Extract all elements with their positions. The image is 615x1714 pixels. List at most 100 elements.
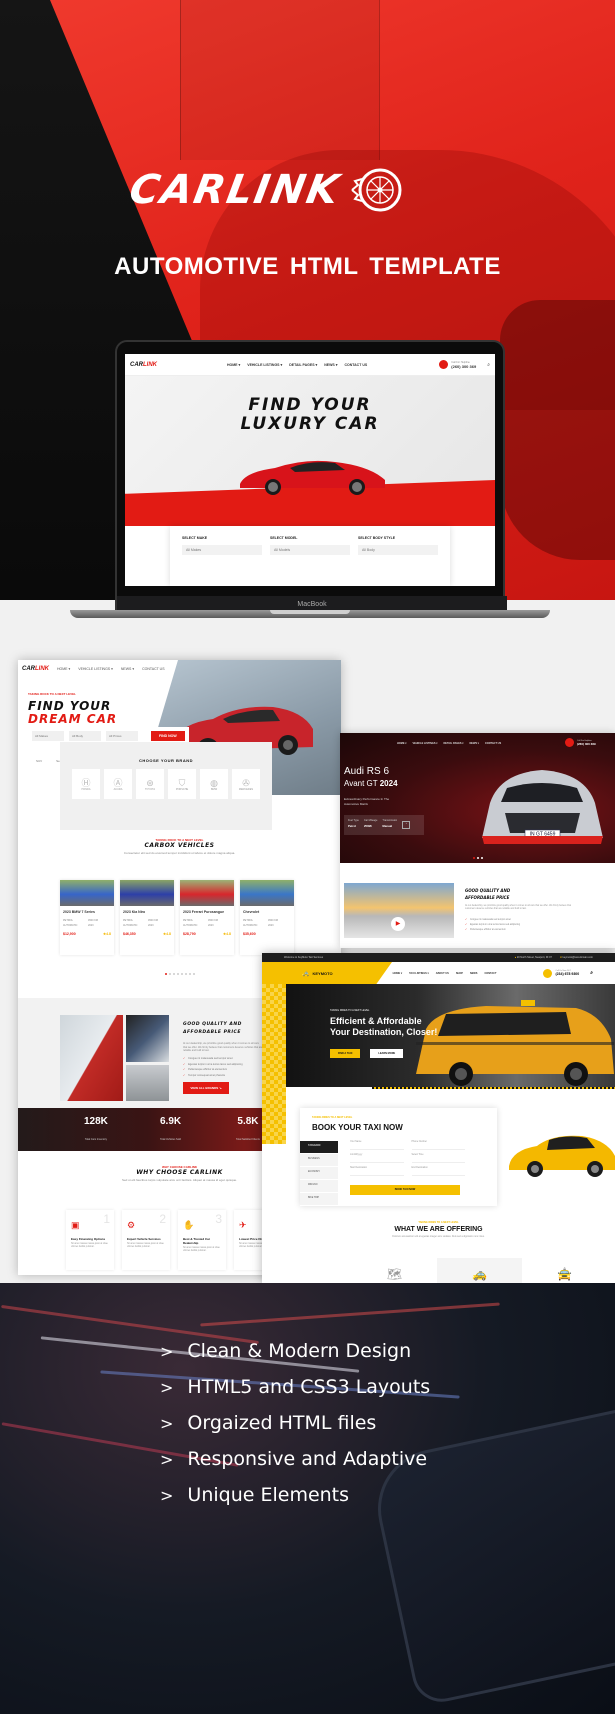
taxi-logo[interactable]: 🚕 KEYMOTO bbox=[302, 970, 333, 977]
name-field[interactable]: Your Name bbox=[350, 1141, 404, 1150]
audi-quality-text: At our dealership, we prioritize good qu… bbox=[465, 905, 572, 911]
nav-news[interactable]: NEWS ▾ bbox=[121, 667, 134, 671]
brand-porsche[interactable]: ⛉ PORSCHE bbox=[168, 769, 196, 799]
car-card[interactable]: Chevrolet PETROL 4500 KM AUTOMATIC 2023 $35… bbox=[240, 880, 294, 955]
nav-contact[interactable]: CONTACT US bbox=[485, 742, 501, 745]
arrow-button[interactable]: › bbox=[402, 821, 411, 829]
phone-block[interactable]: Call Us Now 24/7 (234) 678 9300 ⌕ bbox=[543, 968, 593, 978]
nav-news[interactable]: NEWS ▾ bbox=[469, 742, 478, 745]
car-card[interactable]: 2023 Ferrari Purosangue PETROL 4500 KM AUT… bbox=[180, 880, 234, 955]
body-type-suv[interactable]: SUV bbox=[36, 759, 42, 763]
nav-home[interactable]: HOME ▾ bbox=[397, 742, 406, 745]
phone-field[interactable]: Phone Number bbox=[411, 1141, 465, 1150]
select-make[interactable]: SELECT MAKE All Makes bbox=[182, 536, 262, 576]
nav-vehicle-listings[interactable]: VEHICLE LISTINGS ▾ bbox=[412, 742, 437, 745]
spec-transmission: Transmission Manual bbox=[382, 819, 398, 828]
email[interactable]: ✉ keymoto@taxi-domain.com bbox=[560, 956, 593, 959]
car-card-list: 2023 BMW 7 Series PETROL 4500 KM AUTOMATIC… bbox=[60, 880, 294, 955]
why-card: ✋ 3 Best & Trusted Car Dealership Sit amet … bbox=[178, 1210, 226, 1270]
preview-search-panel: SELECT MAKE All Makes SELECT MODEL All Mod… bbox=[170, 526, 450, 586]
tab-bike-trip[interactable]: BIKE TRIP bbox=[300, 1193, 338, 1205]
end-destination-field[interactable]: End Destination bbox=[411, 1167, 465, 1176]
car-card[interactable]: 2023 BMW 7 Series PETROL 4500 KM AUTOMATIC… bbox=[60, 880, 114, 955]
brand-bmw[interactable]: ◍ BMW bbox=[200, 769, 228, 799]
tab-business[interactable]: BUSINESS bbox=[300, 1154, 338, 1166]
find-now-button[interactable]: FIND NOW bbox=[151, 730, 185, 741]
nav-home[interactable]: HOME ▾ bbox=[227, 363, 240, 367]
learn-more-button[interactable]: LEARN MORE bbox=[370, 1049, 404, 1058]
offering-text: Dolorum accusantium elit at egestas inte… bbox=[392, 1236, 485, 1238]
bmw-icon: ◍ bbox=[210, 777, 218, 788]
select-make[interactable]: All Makes bbox=[32, 730, 64, 741]
stat-item: 128K Total Cars Inventory bbox=[84, 1116, 108, 1141]
phone-icon bbox=[439, 360, 449, 369]
brand-section-title: CHOOSE YOUR BRAND bbox=[139, 758, 193, 763]
brand-toyota[interactable]: ⊛ TOYOTA bbox=[136, 769, 164, 799]
honda-icon: Ⓗ bbox=[81, 777, 91, 788]
select-model[interactable]: SELECT MODEL All Models bbox=[270, 536, 350, 576]
nav-detail-pages[interactable]: DETAIL PAGES ▾ bbox=[289, 363, 317, 367]
nav-about[interactable]: ABOUT US bbox=[436, 972, 449, 975]
feature-item: > Clean & Modern Design bbox=[160, 1340, 412, 1362]
view-all-brands-button[interactable]: VIEW ALL BRANDS ↘ bbox=[183, 1082, 229, 1094]
date-field[interactable]: mm/dd/yyyy bbox=[350, 1154, 404, 1163]
nav-news[interactable]: NEWS ▾ bbox=[324, 363, 337, 367]
nav-news[interactable]: NEWS bbox=[470, 972, 478, 975]
play-icon[interactable]: ▶ bbox=[391, 917, 405, 931]
chevron-right-icon: > bbox=[160, 1377, 174, 1397]
car-price: $12,900 ★4.8 bbox=[63, 932, 111, 936]
tab-economy[interactable]: ECONOMY bbox=[300, 1167, 338, 1179]
taxi-menu: HOME ▾ TAXI LISTINGS ▾ ABOUT US SHOP NEW… bbox=[393, 972, 497, 975]
nav-detail-pages[interactable]: DETAIL PAGES ▾ bbox=[443, 742, 463, 745]
car-card[interactable]: 2023 Kia Niro PETROL 4500 KM AUTOMATIC 2023… bbox=[120, 880, 174, 955]
hero-subtitle: AUTOMOTIVE HTML TEMPLATE bbox=[114, 253, 501, 280]
audi-quality-list: ✓ Congue mi malesuada sed tempor amet ✓ Eg… bbox=[465, 919, 520, 931]
yellow-sedan-image bbox=[509, 1135, 615, 1177]
find-taxi-button[interactable]: FIND A TAXI bbox=[330, 1049, 361, 1058]
nav-contact[interactable]: CONTACT US bbox=[142, 667, 164, 671]
start-destination-field[interactable]: Start Destination bbox=[350, 1167, 404, 1176]
brand-logo: CARLINK bbox=[126, 160, 500, 220]
audi-homepage-preview: HOME ▾ VEHICLE LISTINGS ▾ DETAIL PAGES ▾… bbox=[340, 733, 615, 948]
brand-acura[interactable]: Ⓐ ACURA bbox=[104, 769, 132, 799]
brand-mercedes[interactable]: ✇ MERCEDES bbox=[232, 769, 260, 799]
sports-car-image bbox=[240, 460, 385, 495]
dealership-icon: ✋ bbox=[183, 1220, 195, 1230]
nav-home[interactable]: HOME ▾ bbox=[393, 972, 402, 975]
chevron-right-icon: > bbox=[160, 1413, 174, 1433]
offering-card: 🚕Home PickupsArcu fringilla elit venenat… bbox=[437, 1258, 522, 1283]
tab-standard[interactable]: STANDARD bbox=[300, 1141, 338, 1153]
phone-block[interactable]: Call For Helpline (260) 300 369 ⌕ bbox=[439, 360, 490, 369]
nav-shop[interactable]: SHOP bbox=[456, 972, 463, 975]
car-price: $46,350 ★4.8 bbox=[123, 932, 171, 936]
select-body[interactable]: All Body bbox=[69, 730, 101, 741]
search-icon[interactable]: ⌕ bbox=[487, 362, 490, 368]
feature-list: > Clean & Modern Design > HTML5 and CSS3 L… bbox=[160, 1333, 430, 1513]
nav-contact[interactable]: CONTACT US bbox=[345, 363, 368, 367]
offering-card: 🚖24/7 Taxi ServiceArcu fringilla elit ve… bbox=[522, 1258, 607, 1283]
nav-contact[interactable]: CONTACT bbox=[484, 972, 496, 975]
phone-block[interactable]: Call For Helpline (260) 300 369 bbox=[565, 738, 596, 747]
preview-logo[interactable]: CARLINK bbox=[130, 362, 157, 368]
nav-vehicle-listings[interactable]: VEHICLE LISTINGS ▾ bbox=[78, 667, 113, 671]
listing-title: CARBOX VEHICLES bbox=[144, 842, 215, 849]
blue-car-image bbox=[126, 1065, 169, 1101]
spec-mileage: Car Mileage 250Mi bbox=[363, 819, 378, 828]
taxi-type-tabs: STANDARD BUSINESS ECONOMY MINIVAN BIKE T… bbox=[300, 1141, 338, 1206]
select-body-style[interactable]: SELECT BODY STYLE All Body bbox=[358, 536, 438, 576]
brand-honda[interactable]: Ⓗ HONDA bbox=[72, 769, 100, 799]
carousel-dots[interactable] bbox=[340, 857, 615, 859]
taxi-hero: TAKING RIDES TO A NEXT LEVEL Efficient &… bbox=[286, 984, 615, 1087]
book-taxi-button[interactable]: BOOK TAXI NOW bbox=[350, 1185, 460, 1195]
nav-home[interactable]: HOME ▾ bbox=[57, 667, 70, 671]
check-icon: ✓ bbox=[183, 1057, 186, 1060]
tab-minivan[interactable]: MINIVAN bbox=[300, 1180, 338, 1192]
select-price[interactable]: All Prices bbox=[106, 730, 138, 741]
preview-hero-title: FIND YOUR LUXURY CAR bbox=[240, 395, 380, 434]
car-specs: PETROL 4500 KM AUTOMATIC 2023 bbox=[183, 919, 219, 927]
car-name: 2023 BMW 7 Series bbox=[63, 910, 95, 914]
nav-taxi-listings[interactable]: TAXI LISTINGS ▾ bbox=[409, 972, 429, 975]
nav-vehicle-listings[interactable]: VEHICLE LISTINGS ▾ bbox=[247, 363, 282, 367]
screen1-logo[interactable]: CARLINK bbox=[22, 666, 49, 672]
time-select[interactable]: Select Time bbox=[411, 1154, 465, 1163]
